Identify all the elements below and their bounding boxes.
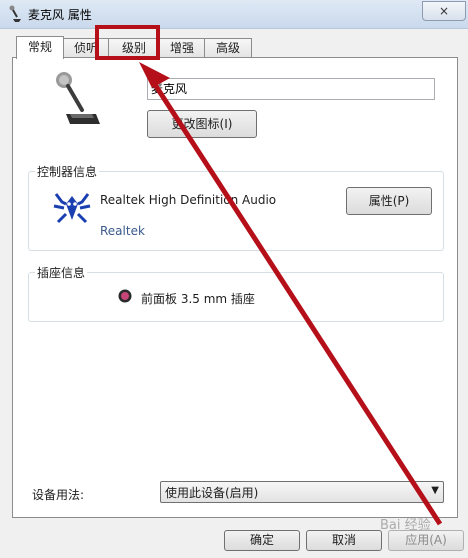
ok-button[interactable]: 确定 bbox=[224, 530, 300, 551]
controller-name: Realtek High Definition Audio bbox=[100, 193, 277, 207]
tab-levels-label: 级别 bbox=[121, 41, 146, 55]
jack-label: 前面板 3.5 mm 插座 bbox=[141, 292, 255, 306]
tab-listen-label: 侦听 bbox=[73, 41, 98, 55]
realtek-crab-icon bbox=[53, 193, 91, 224]
microphone-device-icon bbox=[56, 72, 100, 124]
tab-levels[interactable]: 级别 bbox=[108, 38, 160, 57]
tab-general[interactable]: 常规 bbox=[16, 36, 64, 59]
close-button[interactable]: × bbox=[422, 1, 466, 21]
properties-button[interactable]: 属性(P) bbox=[346, 187, 432, 215]
tab-enhancements[interactable]: 增强 bbox=[158, 38, 206, 57]
microphone-icon bbox=[9, 5, 21, 22]
device-usage-label: 设备用法: bbox=[32, 488, 85, 502]
cancel-button[interactable]: 取消 bbox=[306, 530, 382, 551]
apply-label: 应用(A) bbox=[405, 533, 447, 547]
apply-button[interactable]: 应用(A) bbox=[388, 530, 464, 551]
window-title: 麦克风 属性 bbox=[28, 8, 92, 22]
watermark-text: Bai 经验 bbox=[380, 518, 431, 533]
controller-vendor: Realtek bbox=[100, 224, 145, 238]
device-usage-select[interactable]: 使用此设备(启用) ▼ bbox=[160, 481, 444, 503]
tab-listen[interactable]: 侦听 bbox=[62, 38, 110, 57]
controller-info-title: 控制器信息 bbox=[35, 163, 100, 180]
close-icon: × bbox=[438, 4, 450, 18]
tab-advanced-label: 高级 bbox=[215, 41, 240, 55]
tab-enhancements-label: 增强 bbox=[169, 41, 194, 55]
chevron-down-icon: ▼ bbox=[431, 485, 439, 496]
change-icon-button[interactable]: 更改图标(I) bbox=[147, 110, 257, 138]
ok-label: 确定 bbox=[249, 533, 274, 547]
change-icon-label: 更改图标(I) bbox=[171, 117, 233, 131]
jack-color-icon bbox=[118, 289, 132, 303]
tab-general-label: 常规 bbox=[27, 40, 52, 54]
jack-info-title: 插座信息 bbox=[35, 264, 88, 281]
cancel-label: 取消 bbox=[331, 533, 356, 547]
properties-label: 属性(P) bbox=[368, 194, 410, 208]
title-bar: 麦克风 属性 × bbox=[0, 0, 468, 29]
device-name-input[interactable] bbox=[147, 78, 435, 100]
tab-advanced[interactable]: 高级 bbox=[204, 38, 252, 57]
device-usage-value: 使用此设备(启用) bbox=[165, 486, 259, 500]
